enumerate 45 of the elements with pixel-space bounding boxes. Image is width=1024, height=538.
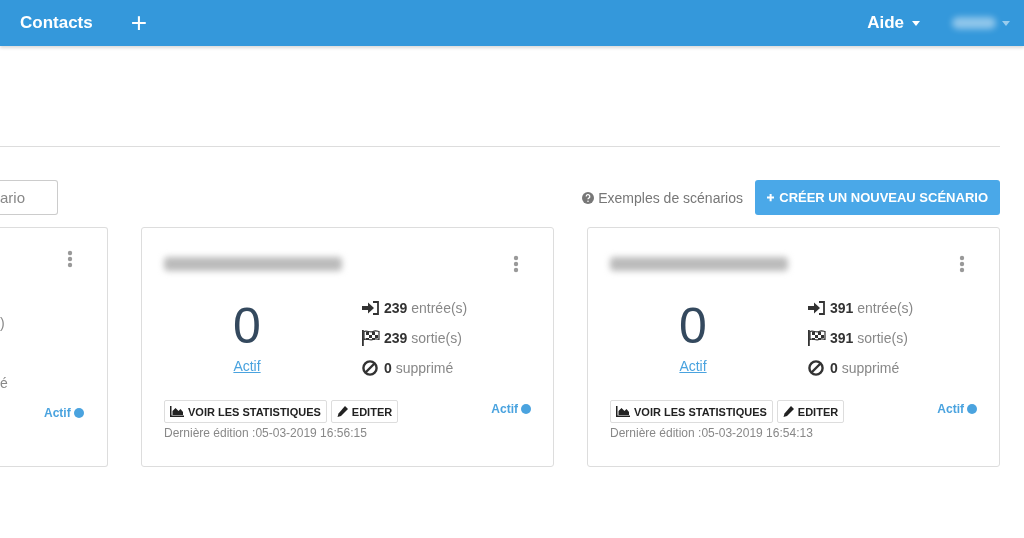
- stat-text: 239 sortie(s): [384, 330, 462, 346]
- search-field[interactable]: ario: [0, 180, 58, 215]
- stat-text: 239 entrée(s): [384, 300, 468, 316]
- help-menu[interactable]: Aide: [867, 13, 920, 33]
- status-link[interactable]: Actif: [233, 358, 261, 374]
- stat-text: 391 entrée(s): [830, 300, 914, 316]
- count-value: 0: [679, 298, 707, 354]
- sign-in-icon: [808, 301, 826, 315]
- count-value: 0: [233, 298, 261, 354]
- area-chart-icon: [170, 406, 184, 417]
- stat-text: 0 supprimé: [384, 360, 454, 376]
- page-title: Contacts: [20, 13, 93, 33]
- stat-label: é: [0, 375, 8, 391]
- view-statistics-button[interactable]: VOIR LES STATISTIQUES: [164, 400, 327, 423]
- last-edit-date: Dernière édition :05-03-2019 16:54:13: [610, 426, 814, 440]
- plus-icon: [767, 192, 775, 203]
- edit-button[interactable]: EDITER: [776, 400, 845, 423]
- ban-icon: [362, 360, 378, 376]
- caret-icon: [912, 20, 920, 26]
- status-label: Actif: [44, 406, 71, 420]
- kebab-menu-icon[interactable]: [959, 255, 965, 273]
- kebab-menu-icon[interactable]: [513, 255, 519, 273]
- add-icon[interactable]: +: [130, 9, 148, 37]
- stat-label: ): [0, 315, 5, 331]
- sign-in-icon: [362, 301, 380, 315]
- status-label: Actif: [491, 402, 518, 416]
- help-icon: [582, 191, 595, 204]
- pencil-icon: [336, 406, 348, 417]
- kebab-menu-icon[interactable]: [67, 250, 73, 268]
- area-chart-icon: [616, 406, 630, 417]
- last-edit-date: Dernière édition :05-03-2019 16:56:15: [164, 426, 368, 440]
- status-link[interactable]: Actif: [679, 358, 707, 374]
- create-scenario-button[interactable]: CRÉER UN NOUVEAU SCÉNARIO: [755, 180, 1000, 215]
- user-menu[interactable]: [952, 17, 1010, 29]
- status-label: Actif: [937, 402, 964, 416]
- checkered-flag-icon: [808, 330, 826, 346]
- view-statistics-button[interactable]: VOIR LES STATISTIQUES: [610, 400, 773, 423]
- checkered-flag-icon: [362, 330, 380, 346]
- stat-text: 0 supprimé: [830, 360, 900, 376]
- ban-icon: [808, 360, 824, 376]
- examples-link[interactable]: Exemples de scénarios: [582, 189, 743, 206]
- stat-text: 391 sortie(s): [830, 330, 908, 346]
- caret-icon: [1002, 20, 1010, 26]
- pencil-icon: [782, 406, 794, 417]
- edit-button[interactable]: EDITER: [330, 400, 399, 423]
